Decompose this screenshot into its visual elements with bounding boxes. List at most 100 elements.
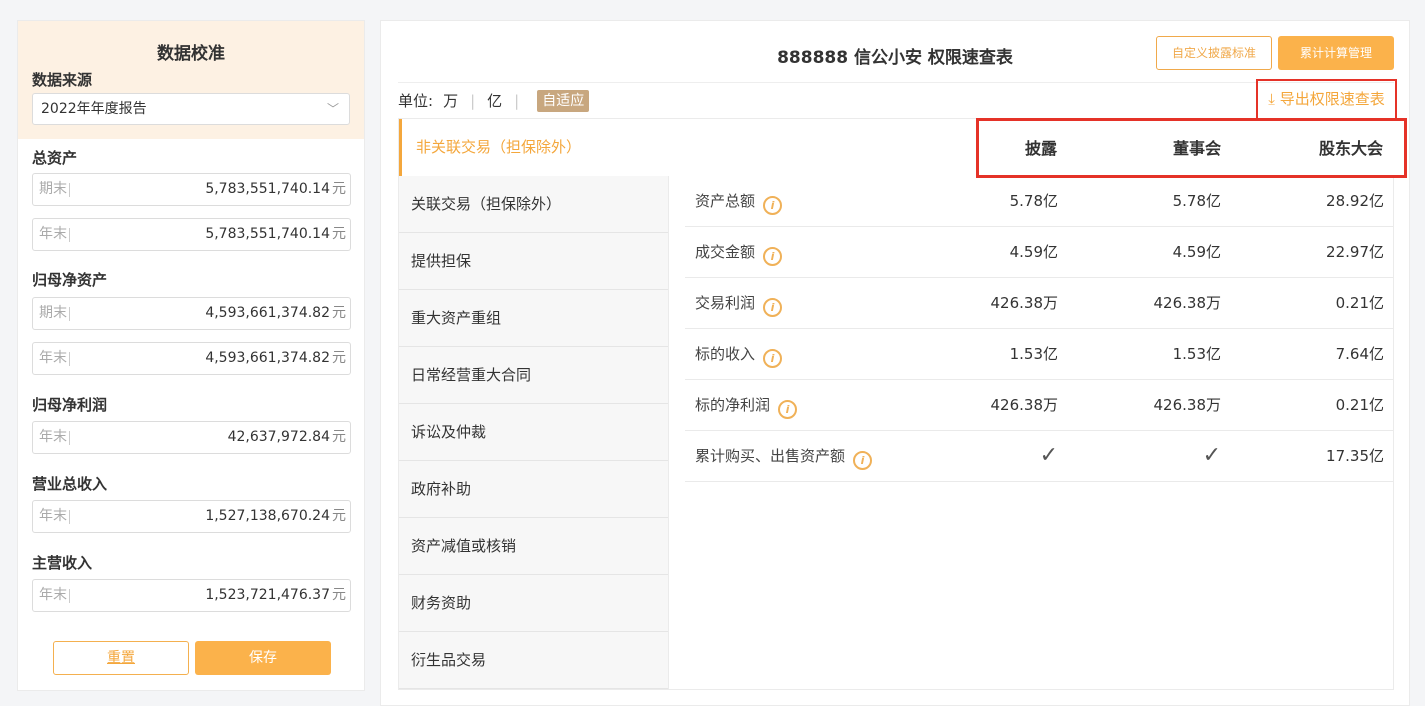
category-major-restructuring[interactable]: 重大资产重组 — [399, 290, 668, 347]
table-row: 标的收入 i 1.53亿 1.53亿 7.64亿 — [685, 329, 1393, 380]
field-placeholder: 年末 — [39, 350, 67, 366]
field-placeholder: 年末 — [39, 508, 67, 524]
cell-disclosure: 426.38万 — [990, 396, 1059, 414]
category-litigation[interactable]: 诉讼及仲裁 — [399, 404, 668, 461]
divider — [398, 82, 1394, 83]
cell-board: 426.38万 — [1153, 294, 1222, 312]
data-source-label: 数据来源 — [32, 71, 93, 89]
table-body: 资产总额 i 5.78亿 5.78亿 28.92亿 成交金额 i 4.59亿 4.5… — [685, 176, 1393, 482]
table-row: 标的净利润 i 426.38万 426.38万 0.21亿 — [685, 380, 1393, 431]
info-icon[interactable]: i — [763, 298, 783, 317]
cell-disclosure: 1.53亿 — [1009, 345, 1058, 363]
total-assets-period-field[interactable]: 期末 5,783,551,740.14 元 — [32, 173, 351, 206]
unit-option-yi[interactable]: 亿 — [487, 90, 502, 112]
cell-disclosure: 5.78亿 — [1009, 192, 1058, 210]
field-placeholder: 期末 — [39, 181, 67, 197]
table-row: 资产总额 i 5.78亿 5.78亿 28.92亿 — [685, 176, 1393, 227]
save-button[interactable]: 保存 — [195, 641, 331, 675]
info-icon[interactable]: i — [763, 247, 783, 266]
category-guarantee[interactable]: 提供担保 — [399, 233, 668, 290]
table-row: 交易利润 i 426.38万 426.38万 0.21亿 — [685, 278, 1393, 329]
column-header: 披露 董事会 股东大会 — [976, 118, 1407, 178]
calibration-header: 数据校准 数据来源 2022年年度报告 ﹀ — [18, 21, 364, 139]
row-label: 交易利润 — [695, 294, 756, 312]
unit-label: 单位: — [398, 92, 434, 110]
field-placeholder: 年末 — [39, 429, 67, 445]
row-label: 标的净利润 — [695, 396, 771, 414]
data-calibration-panel: 数据校准 数据来源 2022年年度报告 ﹀ 总资产 期末 5,783,551,7… — [17, 20, 365, 691]
table-row: 累计购买、出售资产额 i ✓ ✓ 17.35亿 — [685, 431, 1393, 482]
permission-table: 非关联交易（担保除外） 关联交易（担保除外） 提供担保 重大资产重组 日常经营重… — [398, 118, 1407, 690]
field-unit: 元 — [332, 226, 346, 242]
unit-option-wan[interactable]: 万 — [443, 90, 458, 112]
row-label: 标的收入 — [695, 345, 756, 363]
main-revenue-label: 主营收入 — [32, 554, 93, 572]
net-assets-label: 归母净资产 — [32, 271, 108, 289]
info-icon[interactable]: i — [763, 349, 783, 368]
total-assets-label: 总资产 — [32, 149, 78, 167]
info-icon[interactable]: i — [763, 196, 783, 215]
field-placeholder: 年末 — [39, 226, 67, 242]
unit-selector: 单位: 万 | 亿 | 自适应 — [398, 90, 590, 112]
field-placeholder: 年末 — [39, 587, 67, 603]
custom-disclosure-standard-button[interactable]: 自定义披露标准 — [1156, 36, 1272, 70]
check-icon: ✓ — [1039, 443, 1058, 468]
chevron-down-icon: ﹀ — [326, 102, 339, 116]
field-placeholder: 期末 — [39, 305, 67, 321]
cell-board: 5.78亿 — [1172, 192, 1221, 210]
net-profit-label: 归母净利润 — [32, 396, 108, 414]
net-assets-year-field[interactable]: 年末 4,593,661,374.82 元 — [32, 342, 351, 375]
row-label: 累计购买、出售资产额 — [695, 447, 846, 465]
net-assets-period-field[interactable]: 期末 4,593,661,374.82 元 — [32, 297, 351, 330]
field-value: 4,593,661,374.82 — [205, 305, 330, 321]
column-disclosure: 披露 — [1025, 139, 1058, 158]
cell-shareholders: 28.92亿 — [1326, 192, 1384, 210]
calibration-title: 数据校准 — [157, 44, 225, 64]
category-impairment[interactable]: 资产减值或核销 — [399, 518, 668, 575]
category-financial-aid[interactable]: 财务资助 — [399, 575, 668, 632]
total-revenue-year-field[interactable]: 年末 1,527,138,670.24 元 — [32, 500, 351, 533]
info-icon[interactable]: i — [778, 400, 798, 419]
export-quick-ref-button[interactable]: ⤓ 导出权限速查表 — [1256, 79, 1397, 120]
cell-board: 426.38万 — [1153, 396, 1222, 414]
cell-board: 4.59亿 — [1172, 243, 1221, 261]
field-value: 1,523,721,476.37 — [205, 587, 330, 603]
field-unit: 元 — [332, 181, 346, 197]
data-source-select[interactable]: 2022年年度报告 ﹀ — [32, 93, 350, 125]
cell-board: 1.53亿 — [1172, 345, 1221, 363]
category-related-transaction[interactable]: 关联交易（担保除外） — [399, 176, 668, 233]
category-derivatives[interactable]: 衍生品交易 — [399, 632, 668, 689]
row-label: 成交金额 — [695, 243, 756, 261]
row-label: 资产总额 — [695, 192, 756, 210]
field-unit: 元 — [332, 305, 346, 321]
total-assets-year-field[interactable]: 年末 5,783,551,740.14 元 — [32, 218, 351, 251]
column-board: 董事会 — [1173, 139, 1222, 158]
total-revenue-label: 营业总收入 — [32, 475, 108, 493]
field-unit: 元 — [332, 587, 346, 603]
permission-quick-ref-panel: 888888 信公小安 权限速查表 自定义披露标准 累计计算管理 单位: 万 |… — [380, 20, 1410, 706]
category-list: 非关联交易（担保除外） 关联交易（担保除外） 提供担保 重大资产重组 日常经营重… — [399, 119, 1399, 689]
net-profit-year-field[interactable]: 年末 42,637,972.84 元 — [32, 421, 351, 454]
main-revenue-year-field[interactable]: 年末 1,523,721,476.37 元 — [32, 579, 351, 612]
category-major-contract[interactable]: 日常经营重大合同 — [399, 347, 668, 404]
table-row: 成交金额 i 4.59亿 4.59亿 22.97亿 — [685, 227, 1393, 278]
column-shareholders-meeting: 股东大会 — [1319, 139, 1384, 158]
cell-shareholders: 22.97亿 — [1326, 243, 1384, 261]
info-icon[interactable]: i — [853, 451, 873, 470]
field-value: 1,527,138,670.24 — [205, 508, 330, 524]
download-icon: ⤓ — [1268, 90, 1275, 108]
unit-option-adaptive[interactable]: 自适应 — [537, 90, 590, 112]
export-label: 导出权限速查表 — [1279, 90, 1385, 108]
field-value: 4,593,661,374.82 — [205, 350, 330, 366]
cell-shareholders: 7.64亿 — [1335, 345, 1384, 363]
field-unit: 元 — [332, 429, 346, 445]
field-unit: 元 — [332, 508, 346, 524]
reset-button[interactable]: 重置 — [53, 641, 189, 675]
data-source-value: 2022年年度报告 — [41, 101, 147, 117]
cell-disclosure: 4.59亿 — [1009, 243, 1058, 261]
check-icon: ✓ — [1202, 443, 1221, 468]
field-value: 42,637,972.84 — [227, 429, 330, 445]
category-gov-subsidy[interactable]: 政府补助 — [399, 461, 668, 518]
field-unit: 元 — [332, 350, 346, 366]
cumulative-calc-management-button[interactable]: 累计计算管理 — [1278, 36, 1394, 70]
